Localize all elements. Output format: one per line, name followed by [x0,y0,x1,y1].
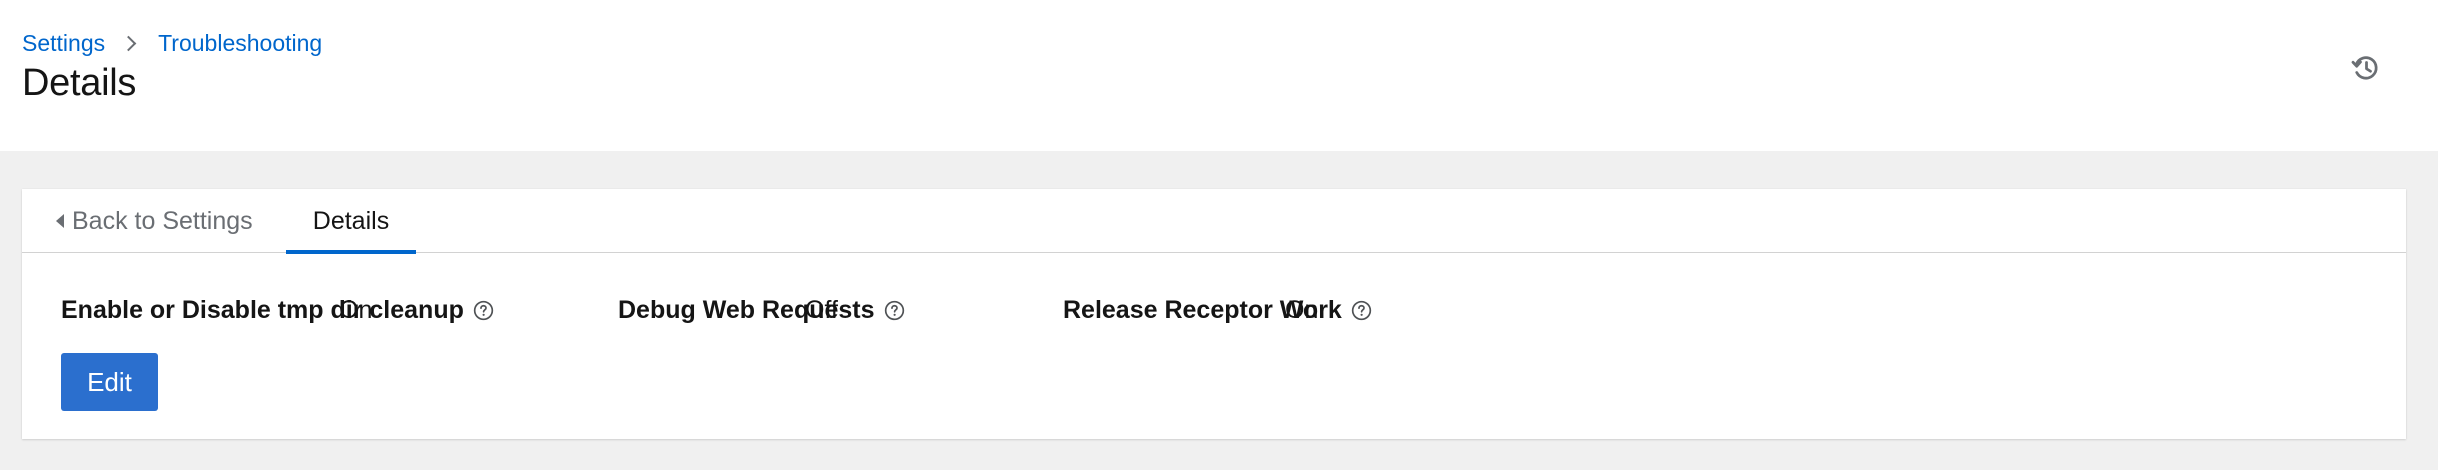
breadcrumb-troubleshooting-link[interactable]: Troubleshooting [158,30,322,57]
details-card: Back to Settings Details Enable or Disab… [22,189,2406,439]
edit-button[interactable]: Edit [61,353,158,411]
page-header: Settings Troubleshooting Details [0,0,2438,151]
field-label: Enable or Disable tmp dir cleanup [61,295,464,324]
tab-details[interactable]: Details [286,189,416,254]
field-tmp-dir-cleanup: Enable or Disable tmp dir cleanup [61,295,494,325]
breadcrumb-separator-icon [120,35,137,52]
breadcrumb-settings-link[interactable]: Settings [22,30,105,57]
field-debug-web-requests: Debug Web Requests [618,295,905,325]
field-value: On [1285,296,1319,324]
help-icon[interactable] [884,300,905,321]
tab-back-to-settings[interactable]: Back to Settings [56,189,253,253]
active-tab-indicator [286,250,416,254]
field-value: Off [805,296,838,324]
breadcrumb: Settings Troubleshooting [22,30,322,57]
history-icon [2351,56,2378,80]
tab-back-label: Back to Settings [72,206,253,235]
field-release-receptor-work: Release Receptor Work [1063,295,1372,325]
history-button[interactable] [2348,50,2384,86]
page-title: Details [22,62,137,104]
help-icon[interactable] [1351,300,1372,321]
caret-left-icon [56,214,64,228]
tab-details-label: Details [312,206,390,235]
help-icon[interactable] [473,300,494,321]
tab-bar: Back to Settings Details [22,189,2406,254]
field-value: On [339,296,373,324]
